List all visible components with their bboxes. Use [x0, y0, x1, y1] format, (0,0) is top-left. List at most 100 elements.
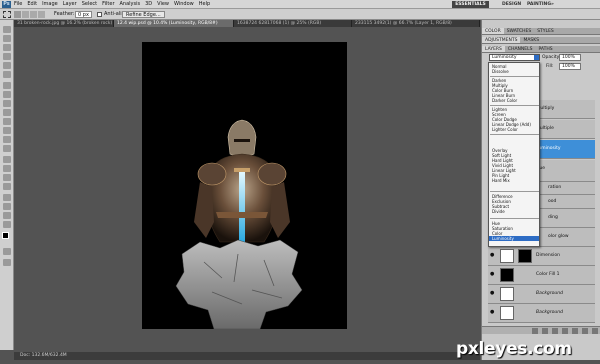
app-logo: Ps [2, 1, 11, 8]
fill-input[interactable]: 100% [559, 63, 581, 70]
3d-orbit-tool-icon[interactable] [3, 203, 11, 210]
blur-tool-icon[interactable] [3, 136, 11, 143]
eye-icon[interactable]: ● [490, 253, 496, 258]
blend-mode-select[interactable]: Luminosity [489, 54, 540, 61]
opacity-label: Opacity: [542, 55, 561, 60]
intersect-selection-icon[interactable] [38, 11, 45, 18]
healing-brush-tool-icon[interactable] [3, 82, 11, 89]
quick-select-tool-icon[interactable] [3, 53, 11, 60]
blend-option[interactable]: Divide [492, 209, 505, 214]
gradient-tool-icon[interactable] [3, 127, 11, 134]
eye-icon[interactable]: ● [490, 272, 496, 277]
refine-edge-button[interactable]: Refine Edge... [122, 11, 165, 18]
document-canvas[interactable] [142, 42, 347, 329]
menu-image[interactable]: Image [42, 1, 58, 8]
opacity-input[interactable]: 100% [559, 54, 581, 61]
color-panel-tabs: COLOR SWATCHES STYLES [482, 28, 600, 35]
antialias-checkbox[interactable] [97, 12, 102, 17]
trash-icon[interactable] [592, 328, 598, 334]
marquee-tool-icon[interactable] [3, 35, 11, 42]
new-layer-icon[interactable] [582, 328, 588, 334]
new-group-icon[interactable] [572, 328, 578, 334]
marquee-tool-icon[interactable] [3, 11, 11, 18]
clone-stamp-tool-icon[interactable] [3, 100, 11, 107]
shape-tool-icon[interactable] [3, 183, 11, 190]
crop-tool-icon[interactable] [3, 62, 11, 69]
layer-row[interactable]: ● Color Fill 1 [488, 266, 595, 285]
workspace-painting[interactable]: PAINTING [527, 1, 551, 8]
3d-rotate-tool-icon[interactable] [3, 194, 11, 201]
rock-base [175, 239, 303, 329]
menu-view[interactable]: View [157, 1, 169, 8]
tab-photo[interactable]: 1638724 62817068 (1) @ 25% (RGB) [234, 20, 352, 27]
dodge-tool-icon[interactable] [3, 145, 11, 152]
layer-thumbnail [500, 306, 514, 320]
tab-swatches[interactable]: SWATCHES [504, 28, 535, 34]
path-selection-tool-icon[interactable] [3, 174, 11, 181]
blend-option-selected[interactable]: Luminosity [489, 236, 539, 241]
menu-layer[interactable]: Layer [63, 1, 77, 8]
workspace-design[interactable]: DESIGN [502, 1, 521, 8]
blend-mode-dropdown: Normal Dissolve Darken Multiply Color Bu… [488, 62, 540, 247]
menu-help[interactable]: Help [199, 1, 210, 8]
tab-masks[interactable]: MASKS [520, 37, 542, 43]
menu-divider [490, 105, 539, 106]
workspace-essentials[interactable]: ESSENTIALS [452, 1, 489, 8]
eraser-tool-icon[interactable] [3, 118, 11, 125]
toolbox [0, 20, 14, 350]
site-watermark: pxleyes.com [456, 339, 572, 359]
layer-row[interactable]: ● Background [488, 285, 595, 304]
blend-option[interactable]: Lighter Color [492, 127, 518, 132]
add-selection-icon[interactable] [22, 11, 29, 18]
tab-wip[interactable]: 12.4 wip.psd @ 10.4% (Luminosity, RGB/8#… [114, 20, 234, 27]
tab-broken-rock[interactable]: 31 broken-rock.jpg @ 16.2% (broken rock) [14, 20, 114, 27]
eyedropper-tool-icon[interactable] [3, 71, 11, 78]
blend-option[interactable]: Darker Color [492, 98, 517, 103]
link-layers-icon[interactable] [532, 328, 538, 334]
move-tool-icon[interactable] [3, 26, 11, 33]
fill-label: Fill: [546, 64, 554, 69]
add-mask-icon[interactable] [552, 328, 558, 334]
armor-artwork [175, 119, 303, 329]
layer-row[interactable]: ● Background [488, 304, 595, 323]
eye-icon[interactable]: ● [490, 310, 496, 315]
workspace-more-button[interactable]: » [551, 1, 554, 8]
eye-icon[interactable]: ● [490, 291, 496, 296]
blend-option[interactable]: Dissolve [492, 69, 509, 74]
blend-option[interactable]: Hard Mix [492, 178, 510, 183]
screen-mode-icon[interactable] [3, 259, 11, 266]
layer-mask-thumbnail [518, 249, 532, 263]
quick-mask-icon[interactable] [3, 248, 11, 255]
fx-icon[interactable] [542, 328, 548, 334]
tab-channels[interactable]: CHANNELS [505, 46, 536, 52]
layer-name: ration [548, 185, 562, 190]
menu-window[interactable]: Window [174, 1, 194, 8]
menu-analysis[interactable]: Analysis [120, 1, 141, 8]
tab-styles[interactable]: STYLES [534, 28, 557, 34]
tab-color[interactable]: COLOR [482, 28, 504, 34]
menu-3d[interactable]: 3D [145, 1, 152, 8]
feather-input[interactable]: 0 px [75, 11, 92, 18]
tab-paths[interactable]: PATHS [535, 46, 555, 52]
tab-adjustments[interactable]: ADJUSTMENTS [482, 37, 521, 43]
adjustment-layer-icon[interactable] [562, 328, 568, 334]
type-tool-icon[interactable] [3, 165, 11, 172]
subtract-selection-icon[interactable] [30, 11, 37, 18]
menu-edit[interactable]: Edit [27, 1, 37, 8]
menu-filter[interactable]: Filter [102, 1, 114, 8]
lasso-tool-icon[interactable] [3, 44, 11, 51]
foreground-color-swatch[interactable] [2, 232, 9, 239]
new-selection-icon[interactable] [14, 11, 21, 18]
history-brush-tool-icon[interactable] [3, 109, 11, 116]
brush-tool-icon[interactable] [3, 91, 11, 98]
chevron-down-icon [534, 55, 539, 60]
tab-layer-1[interactable]: 233115 3492(1) @ 66.7% (Layer 1, RGB/8) [352, 20, 480, 27]
hand-tool-icon[interactable] [3, 212, 11, 219]
menu-select[interactable]: Select [82, 1, 97, 8]
zoom-tool-icon[interactable] [3, 221, 11, 228]
tab-layers[interactable]: LAYERS [482, 46, 505, 52]
menu-file[interactable]: File [14, 1, 22, 8]
layer-row[interactable]: ● Dimension [488, 247, 595, 266]
menu-bar: Ps File Edit Image Layer Select Filter A… [0, 0, 600, 9]
pen-tool-icon[interactable] [3, 156, 11, 163]
